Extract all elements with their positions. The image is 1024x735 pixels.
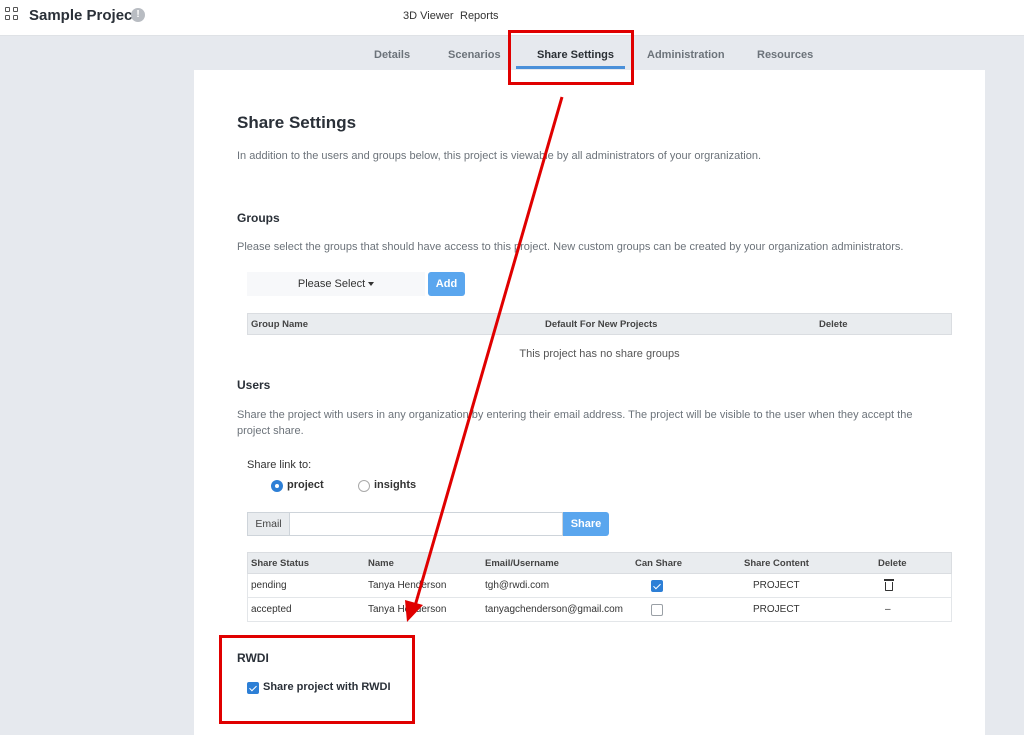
row-name: Tanya Henderson [368, 604, 447, 615]
groups-table-header: Group Name Default For New Projects Dele… [247, 313, 952, 335]
group-select[interactable]: Please Select [247, 272, 425, 296]
nav-3d-viewer[interactable]: 3D Viewer [403, 10, 454, 22]
col-default-new-projects: Default For New Projects [545, 319, 658, 330]
row-email: tanyagchenderson@gmail.com [485, 604, 624, 615]
group-select-label: Please Select [297, 278, 366, 290]
row-status: pending [251, 580, 287, 591]
groups-heading: Groups [237, 211, 280, 225]
col-email: Email/Username [485, 558, 559, 569]
tab-administration[interactable]: Administration [647, 49, 725, 61]
can-share-checkbox[interactable] [651, 604, 663, 616]
groups-empty-message: This project has no share groups [519, 348, 680, 360]
row-status: accepted [251, 604, 292, 615]
page-intro: In addition to the users and groups belo… [237, 150, 762, 162]
radio-project[interactable] [271, 480, 283, 492]
row-delete-dash: – [885, 604, 891, 615]
table-row: accepted Tanya Henderson tanyagchenderso… [247, 598, 952, 622]
add-group-button[interactable]: Add [428, 272, 465, 296]
share-link-label: Share link to: [247, 459, 312, 471]
row-email: tgh@rwdi.com [485, 580, 550, 591]
users-table-header: Share Status Name Email/Username Can Sha… [247, 552, 952, 574]
annotation-box-share-settings [508, 30, 634, 85]
caret-down-icon [368, 282, 375, 287]
tab-details[interactable]: Details [374, 49, 410, 61]
project-title: Sample Project [29, 7, 138, 24]
table-row: pending Tanya Henderson tgh@rwdi.com PRO… [247, 574, 952, 598]
users-heading: Users [237, 378, 271, 392]
tab-scenarios[interactable]: Scenarios [448, 49, 501, 61]
email-input[interactable] [290, 512, 563, 536]
col-share-content: Share Content [744, 558, 809, 569]
tab-resources[interactable]: Resources [757, 49, 813, 61]
annotation-box-rwdi [219, 635, 415, 724]
info-icon[interactable]: ! [131, 8, 145, 22]
groups-description: Please select the groups that should hav… [237, 241, 904, 253]
users-description-line2: project share. [237, 425, 304, 437]
radio-insights[interactable] [358, 480, 370, 492]
can-share-checkbox[interactable] [651, 580, 663, 592]
col-delete: Delete [878, 558, 907, 569]
row-content: PROJECT [753, 580, 800, 591]
apps-grid-icon[interactable] [5, 7, 19, 21]
share-button[interactable]: Share [563, 512, 609, 536]
col-group-name: Group Name [251, 319, 309, 330]
col-share-status: Share Status [251, 558, 310, 569]
email-addon-label: Email [247, 512, 290, 536]
col-can-share: Can Share [635, 558, 682, 569]
radio-project-label[interactable]: project [287, 479, 324, 491]
nav-reports[interactable]: Reports [460, 10, 499, 22]
row-content: PROJECT [753, 604, 800, 615]
row-name: Tanya Henderson [368, 580, 447, 591]
page-title: Share Settings [237, 113, 357, 132]
col-group-delete: Delete [819, 319, 848, 330]
trash-icon[interactable] [884, 579, 894, 591]
col-name: Name [368, 558, 394, 569]
radio-insights-label[interactable]: insights [374, 479, 416, 491]
users-description-line1: Share the project with users in any orga… [237, 409, 913, 421]
